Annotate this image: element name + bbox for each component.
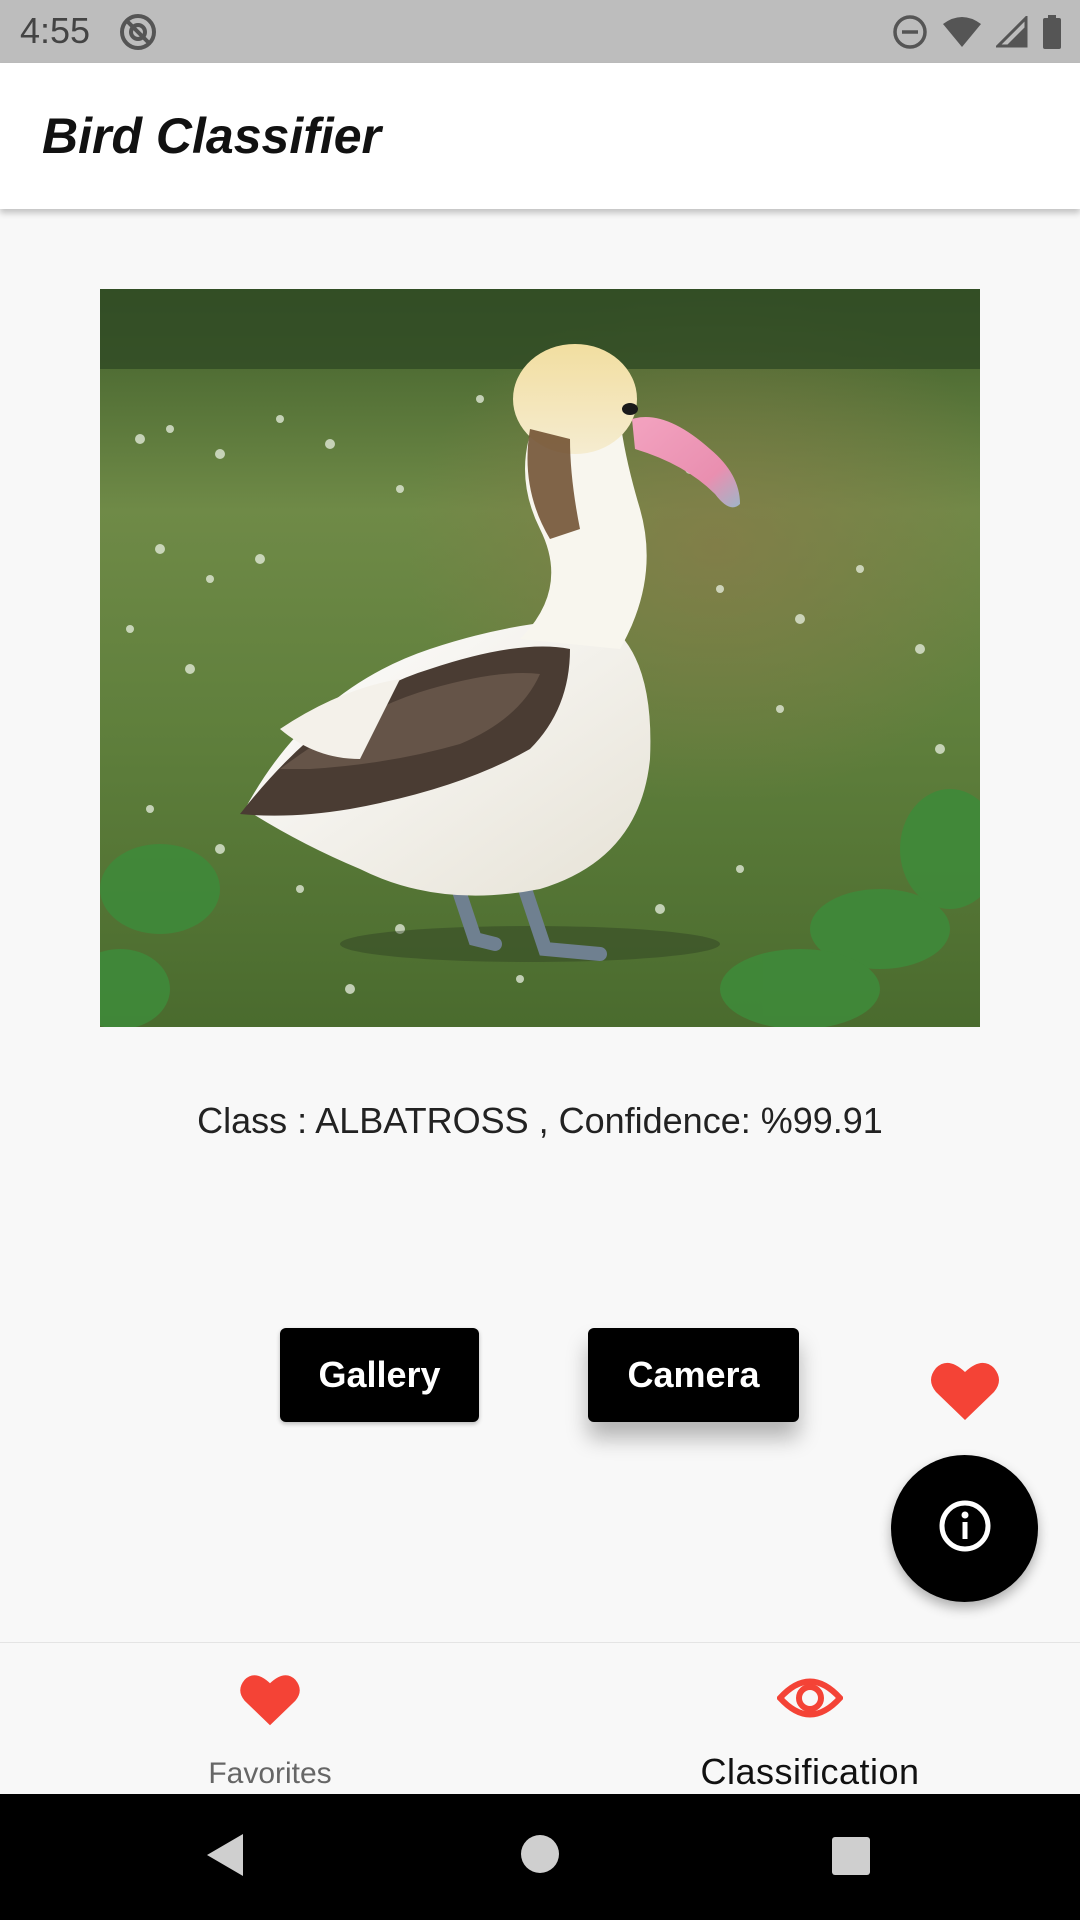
nav-label-favorites: Favorites xyxy=(208,1757,332,1790)
gallery-button[interactable]: Gallery xyxy=(280,1328,479,1422)
status-time: 4:55 xyxy=(20,10,91,51)
classification-result: Class : ALBATROSS , Confidence: %99.91 xyxy=(197,1100,883,1141)
back-icon[interactable] xyxy=(205,1832,245,1883)
info-fab-button[interactable] xyxy=(891,1455,1038,1602)
system-navigation-bar xyxy=(0,1794,1080,1920)
recents-icon[interactable] xyxy=(831,1836,871,1881)
bottom-navigation: Favorites Classification xyxy=(0,1642,1080,1795)
wifi-icon xyxy=(942,16,982,48)
camera-button[interactable]: Camera xyxy=(588,1328,799,1422)
heart-icon xyxy=(239,1671,301,1732)
nav-item-favorites[interactable]: Favorites xyxy=(0,1643,540,1795)
app-bar: Bird Classifier xyxy=(0,63,1080,209)
app-screen: 4:55 Bird Classifier Class: ALBATROSS ,… xyxy=(0,0,1080,1920)
nav-label-classification: Classification xyxy=(700,1751,920,1792)
eye-icon xyxy=(775,1675,845,1726)
sync-disabled-icon xyxy=(118,12,158,52)
signal-icon xyxy=(996,16,1028,48)
page-title: Bird Classifier xyxy=(42,108,382,164)
home-icon[interactable] xyxy=(520,1834,560,1879)
favorite-heart-icon[interactable] xyxy=(930,1358,1000,1422)
info-icon xyxy=(938,1499,992,1558)
status-bar: 4:55 xyxy=(0,0,1080,63)
battery-icon xyxy=(1042,15,1062,49)
nav-item-classification[interactable]: Classification xyxy=(540,1643,1080,1795)
bird-photo xyxy=(100,289,980,1027)
status-icons xyxy=(892,12,1062,52)
do-not-disturb-icon xyxy=(892,14,928,50)
